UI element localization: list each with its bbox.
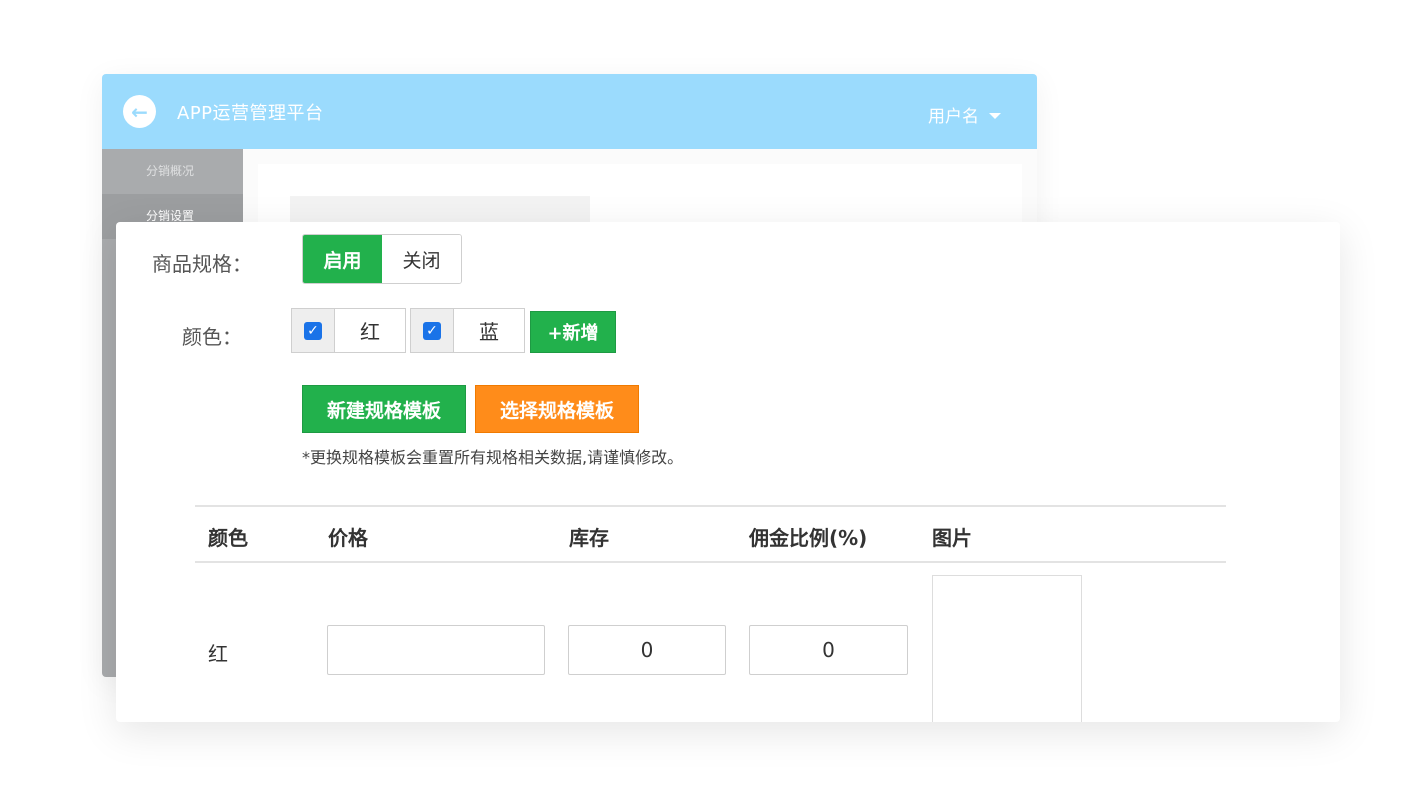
color-checkbox-blue[interactable]: ✓	[411, 309, 454, 352]
checkmark-icon: ✓	[304, 321, 322, 340]
caret-down-icon	[989, 112, 1001, 119]
app-title: APP运营管理平台	[177, 103, 324, 124]
spec-panel: 商品规格： 启用 关闭 颜色： ✓ 红 ✓ 蓝 +新增 新建规格模板 选择规格模…	[116, 222, 1340, 722]
row-color-cell: 红	[208, 642, 228, 666]
select-template-button[interactable]: 选择规格模板	[475, 385, 639, 433]
screen: ← APP运营管理平台 用户名 分销概况 分销设置 商品规格： 启用 关闭 颜色…	[0, 0, 1420, 800]
sidebar-item-overview[interactable]: 分销概况	[102, 149, 243, 194]
col-header-image: 图片	[932, 526, 972, 550]
color-label: 颜色：	[182, 325, 242, 349]
table-header-divider	[195, 561, 1226, 563]
spec-toggle-on[interactable]: 启用	[303, 235, 382, 283]
warning-note: *更换规格模板会重置所有规格相关数据,请谨慎修改。	[302, 448, 684, 467]
price-input[interactable]	[327, 625, 545, 675]
col-header-commission: 佣金比例(%)	[749, 526, 868, 550]
top-bar: ← APP运营管理平台 用户名	[102, 74, 1037, 149]
spec-toggle-off[interactable]: 关闭	[382, 235, 461, 283]
add-color-button[interactable]: +新增	[530, 311, 616, 353]
color-option-red: ✓ 红	[291, 308, 406, 353]
image-upload-box[interactable]	[932, 575, 1082, 722]
col-header-color: 颜色	[208, 526, 248, 550]
color-checkbox-red[interactable]: ✓	[292, 309, 335, 352]
user-menu[interactable]: 用户名	[928, 102, 1001, 127]
color-option-blue: ✓ 蓝	[410, 308, 525, 353]
table-top-divider	[195, 505, 1226, 507]
back-button[interactable]: ←	[123, 95, 156, 128]
commission-input[interactable]: 0	[749, 625, 908, 675]
arrow-left-icon: ←	[131, 99, 148, 124]
spec-toggle[interactable]: 启用 关闭	[302, 234, 462, 284]
color-option-label: 红	[335, 309, 405, 352]
user-name: 用户名	[928, 107, 979, 127]
checkmark-icon: ✓	[423, 321, 441, 340]
col-header-stock: 库存	[569, 526, 609, 550]
new-template-button[interactable]: 新建规格模板	[302, 385, 466, 433]
stock-input[interactable]: 0	[568, 625, 726, 675]
col-header-price: 价格	[328, 526, 368, 550]
spec-label: 商品规格：	[152, 252, 252, 276]
color-option-label: 蓝	[454, 309, 524, 352]
